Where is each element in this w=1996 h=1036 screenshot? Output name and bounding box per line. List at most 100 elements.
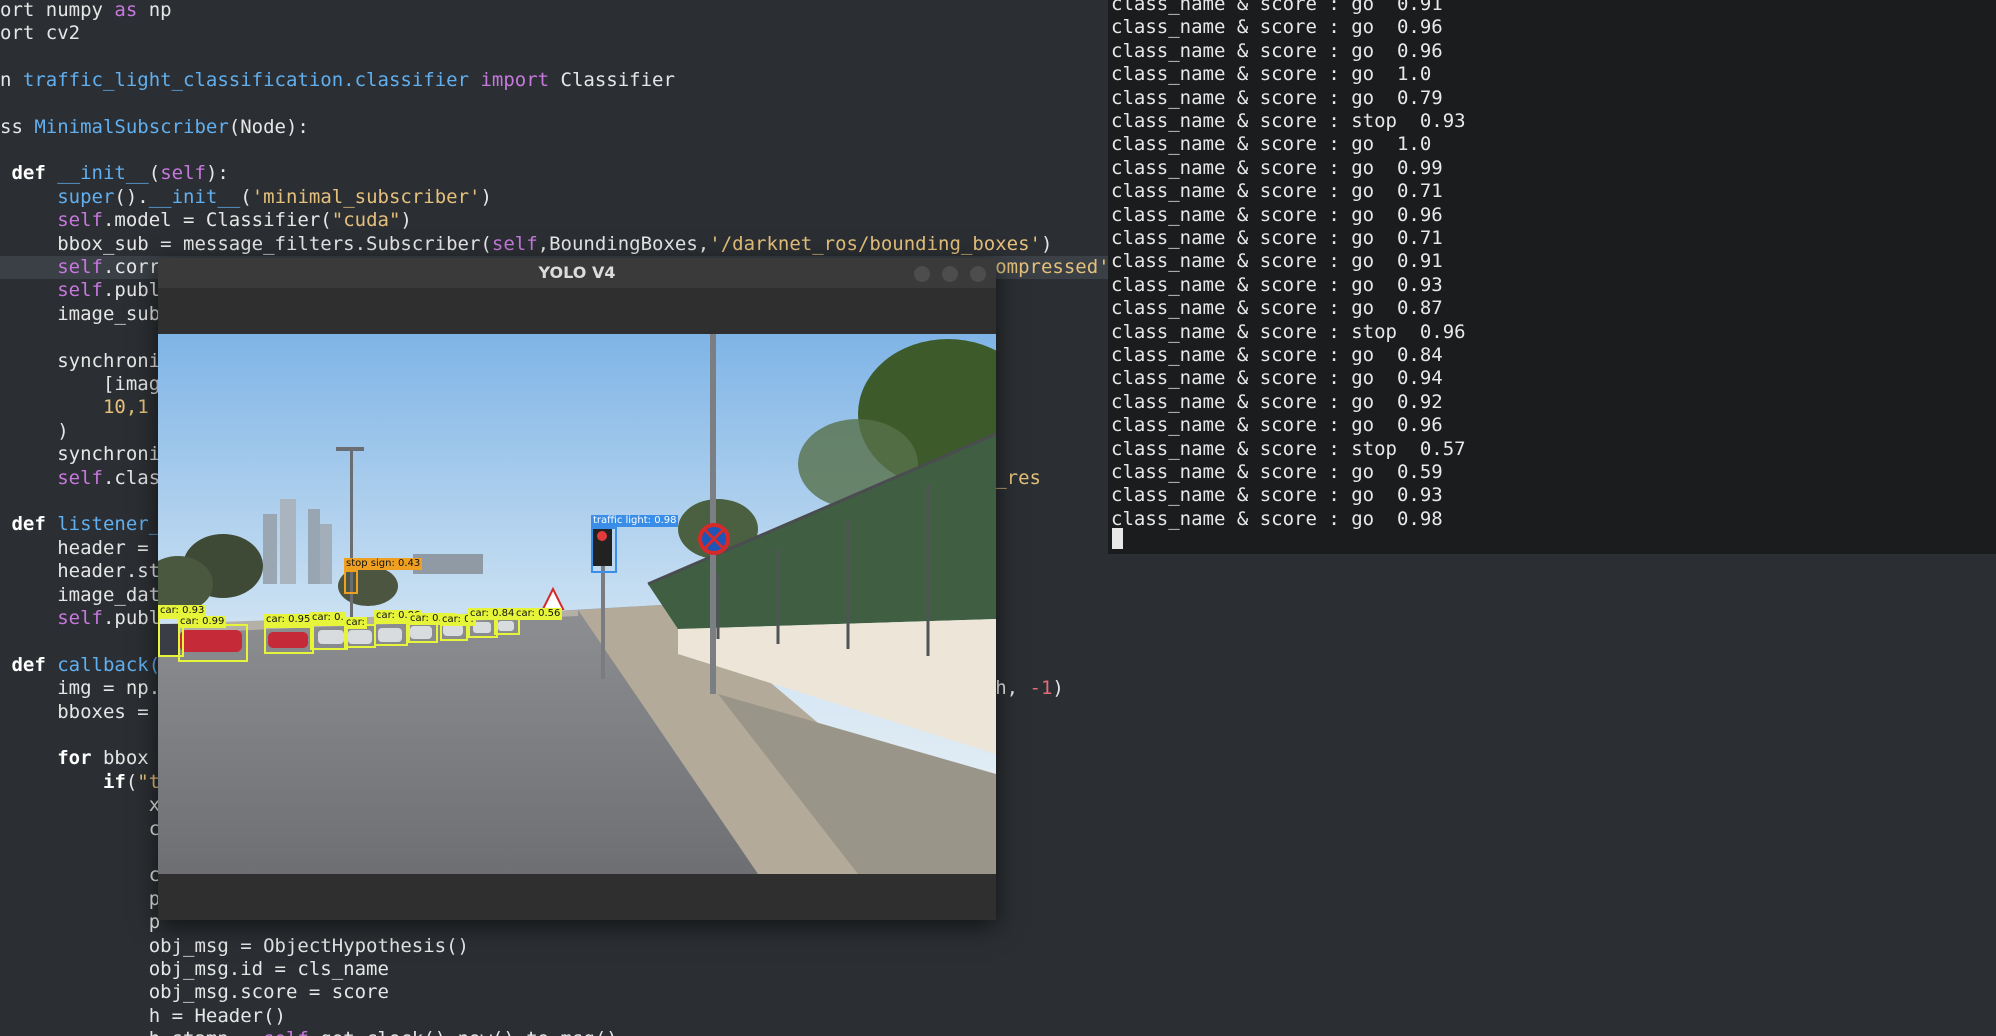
code-token: traffic_light_classification.classifier <box>22 68 470 91</box>
code-token: header = <box>0 536 149 559</box>
code-token: ( <box>240 185 252 208</box>
code-token: ort numpy <box>0 0 115 21</box>
code-token: def <box>0 513 46 536</box>
code-token: (). <box>114 185 149 208</box>
code-line[interactable]: obj_msg = ObjectHypothesis() <box>0 935 1500 958</box>
terminal-output-line: class_name & score : go 0.93 <box>1111 484 1443 507</box>
code-token: ( <box>148 162 161 185</box>
car-label: car: 0.99 <box>178 616 227 628</box>
code-token: "t <box>137 770 161 793</box>
code-token: .model = Classifier( <box>102 209 332 232</box>
code-token: .get_clock().now().to_msg() <box>309 1028 618 1036</box>
car-box <box>374 622 408 646</box>
code-token: bbox_sub = message_filters.Subscriber( <box>0 232 492 255</box>
code-token: "cuda" <box>331 209 401 232</box>
terminal-output-line: class_name & score : go 0.79 <box>1111 86 1443 109</box>
code-token: c <box>0 864 161 887</box>
traffic-light-box <box>591 527 617 573</box>
terminal-output-line: class_name & score : go 0.71 <box>1111 227 1443 249</box>
window-titlebar[interactable]: YOLO V4 <box>158 258 996 289</box>
code-token: bbox <box>91 747 149 770</box>
terminal-window[interactable]: class_name & score : go 0.91 class_name &… <box>1108 0 1996 554</box>
window-title: YOLO V4 <box>538 263 616 282</box>
code-token: ort cv2 <box>0 21 81 44</box>
stop-sign-label: stop sign: 0.43 <box>344 558 423 570</box>
code-token: image_sub <box>0 302 161 325</box>
maximize-button[interactable] <box>942 266 958 282</box>
terminal-output-line: class_name & score : go 1.0 <box>1111 133 1432 156</box>
code-token: ) <box>400 209 412 232</box>
code-token: self <box>57 209 103 232</box>
minimize-button[interactable] <box>914 266 930 282</box>
terminal-output-line: class_name & score : go 0.92 <box>1111 390 1443 413</box>
terminal-output-line: class_name & score : go 0.96 <box>1111 39 1443 62</box>
stop-sign-box <box>344 570 358 594</box>
code-token: p <box>0 911 161 934</box>
code-token: ( <box>125 770 138 793</box>
yolo-window[interactable]: YOLO V4 traffic light: 0.98 stop sign: 0… <box>158 258 996 920</box>
car-box <box>310 624 348 650</box>
code-token: self <box>263 1028 309 1036</box>
terminal-output-line: class_name & score : stop 0.96 <box>1111 320 1466 343</box>
code-token: n <box>0 68 23 91</box>
car-label: car: 0. <box>310 612 346 624</box>
code-token: obj_msg.score = score <box>0 981 389 1004</box>
car-label: car: 0.95 <box>264 614 313 626</box>
code-line[interactable]: obj_msg.id = cls_name <box>0 958 1500 981</box>
code-token: .publ <box>102 606 161 629</box>
window-statusbar <box>158 874 996 920</box>
code-token: self <box>57 466 103 489</box>
code-token: .publ <box>102 279 161 302</box>
code-line[interactable]: obj_msg.score = score <box>0 981 1500 1004</box>
code-token: ): <box>205 162 229 185</box>
terminal-output-line: class_name & score : go 0.96 <box>1111 414 1443 437</box>
code-token: ) <box>0 419 69 442</box>
terminal-output-line: class_name & score : go 0.94 <box>1111 367 1443 390</box>
code-token: self <box>160 162 206 185</box>
code-token: synchroni <box>0 349 161 372</box>
code-token: as <box>114 0 138 21</box>
terminal-output-line: class_name & score : go 0.91 <box>1111 0 1443 15</box>
code-token: 10,1 <box>102 396 149 419</box>
terminal-output-line: class_name & score : go 0.96 <box>1111 203 1443 226</box>
car-label: car: <box>344 617 367 629</box>
code-token: [imag <box>0 372 161 395</box>
street-scene-image <box>158 334 996 874</box>
code-token: '/darknet_ros/bounding_boxes' <box>709 232 1041 255</box>
close-button[interactable] <box>970 266 986 282</box>
code-token: super <box>57 185 115 208</box>
code-token: p <box>0 887 161 910</box>
code-token: h.stamp = <box>0 1028 263 1036</box>
terminal-output-line: class_name & score : go 0.91 <box>1111 250 1443 273</box>
code-token: header.st <box>0 560 161 583</box>
terminal-output-line: class_name & score : go 0.71 <box>1111 180 1443 203</box>
code-token: -1 <box>1029 677 1053 700</box>
terminal-output-line: class_name & score : go 1.0 <box>1111 63 1432 86</box>
code-token: 'minimal_subscriber' <box>251 185 481 208</box>
code-token: ) <box>1052 677 1064 700</box>
code-token: __init__ <box>57 162 149 185</box>
code-token: ,BoundingBoxes, <box>537 232 710 255</box>
code-token: self <box>57 606 103 629</box>
code-token: if <box>102 770 126 793</box>
code-token: ) <box>480 185 492 208</box>
traffic-light-label: traffic light: 0.98 <box>591 515 679 527</box>
terminal-output-line: class_name & score : stop 0.93 <box>1111 110 1466 132</box>
code-token: c <box>0 817 161 840</box>
code-token: import <box>480 68 550 91</box>
code-token: bboxes = <box>0 700 149 723</box>
code-line[interactable]: h.stamp = self.get_clock().now().to_msg(… <box>0 1028 1500 1036</box>
terminal-output-line: class_name & score : go 0.84 <box>1111 344 1443 366</box>
code-token: x <box>0 794 161 817</box>
code-line[interactable]: h = Header() <box>0 1005 1500 1028</box>
